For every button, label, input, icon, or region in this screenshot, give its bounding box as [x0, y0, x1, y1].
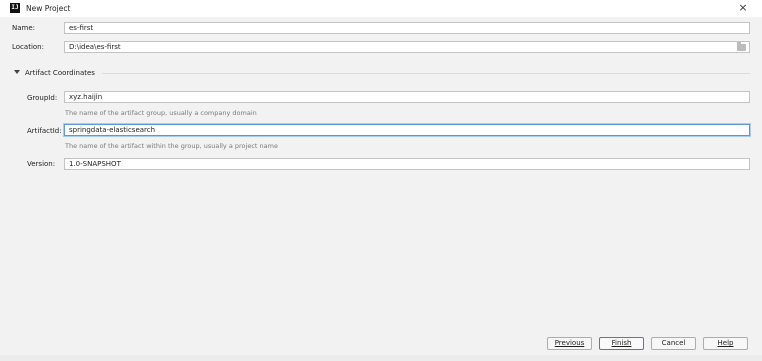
name-label: Name: — [12, 24, 36, 32]
groupid-hint: The name of the artifact group, usually … — [65, 109, 257, 117]
groupid-field[interactable]: xyz.haijin — [64, 91, 750, 103]
version-label: Version: — [27, 160, 56, 168]
artifactid-label: ArtifactId: — [27, 127, 62, 135]
artifactid-hint: The name of the artifact within the grou… — [65, 142, 278, 150]
name-field[interactable]: es-first — [64, 22, 750, 34]
previous-button-label: Previous — [554, 339, 585, 347]
folder-browse-icon[interactable] — [737, 42, 746, 51]
intellij-app-icon: IJ — [10, 3, 20, 13]
groupid-label: GroupId: — [27, 94, 58, 102]
new-project-dialog: IJ New Project × Name: es-first Location… — [0, 0, 762, 361]
artifact-coordinates-header[interactable]: Artifact Coordinates — [14, 69, 95, 77]
title-bar: IJ New Project × — [0, 0, 762, 17]
finish-button-label: Finish — [611, 339, 632, 347]
dialog-title: New Project — [26, 4, 71, 13]
version-field[interactable]: 1.0-SNAPSHOT — [64, 158, 750, 170]
location-label: Location: — [12, 43, 44, 51]
previous-button[interactable]: Previous — [547, 337, 592, 350]
section-title: Artifact Coordinates — [25, 69, 95, 77]
help-button[interactable]: Help — [703, 337, 748, 350]
collapse-triangle-icon[interactable] — [14, 70, 20, 74]
bottom-edge — [0, 355, 762, 361]
cancel-button-label: Cancel — [661, 339, 686, 347]
finish-button[interactable]: Finish — [599, 337, 644, 350]
cancel-button[interactable]: Cancel — [651, 337, 696, 350]
location-field[interactable]: D:\idea\es-first — [64, 41, 750, 53]
section-divider — [102, 73, 750, 74]
help-button-label: Help — [717, 339, 734, 347]
close-icon[interactable]: × — [736, 1, 750, 15]
artifactid-field[interactable]: springdata-elasticsearch — [64, 124, 750, 136]
